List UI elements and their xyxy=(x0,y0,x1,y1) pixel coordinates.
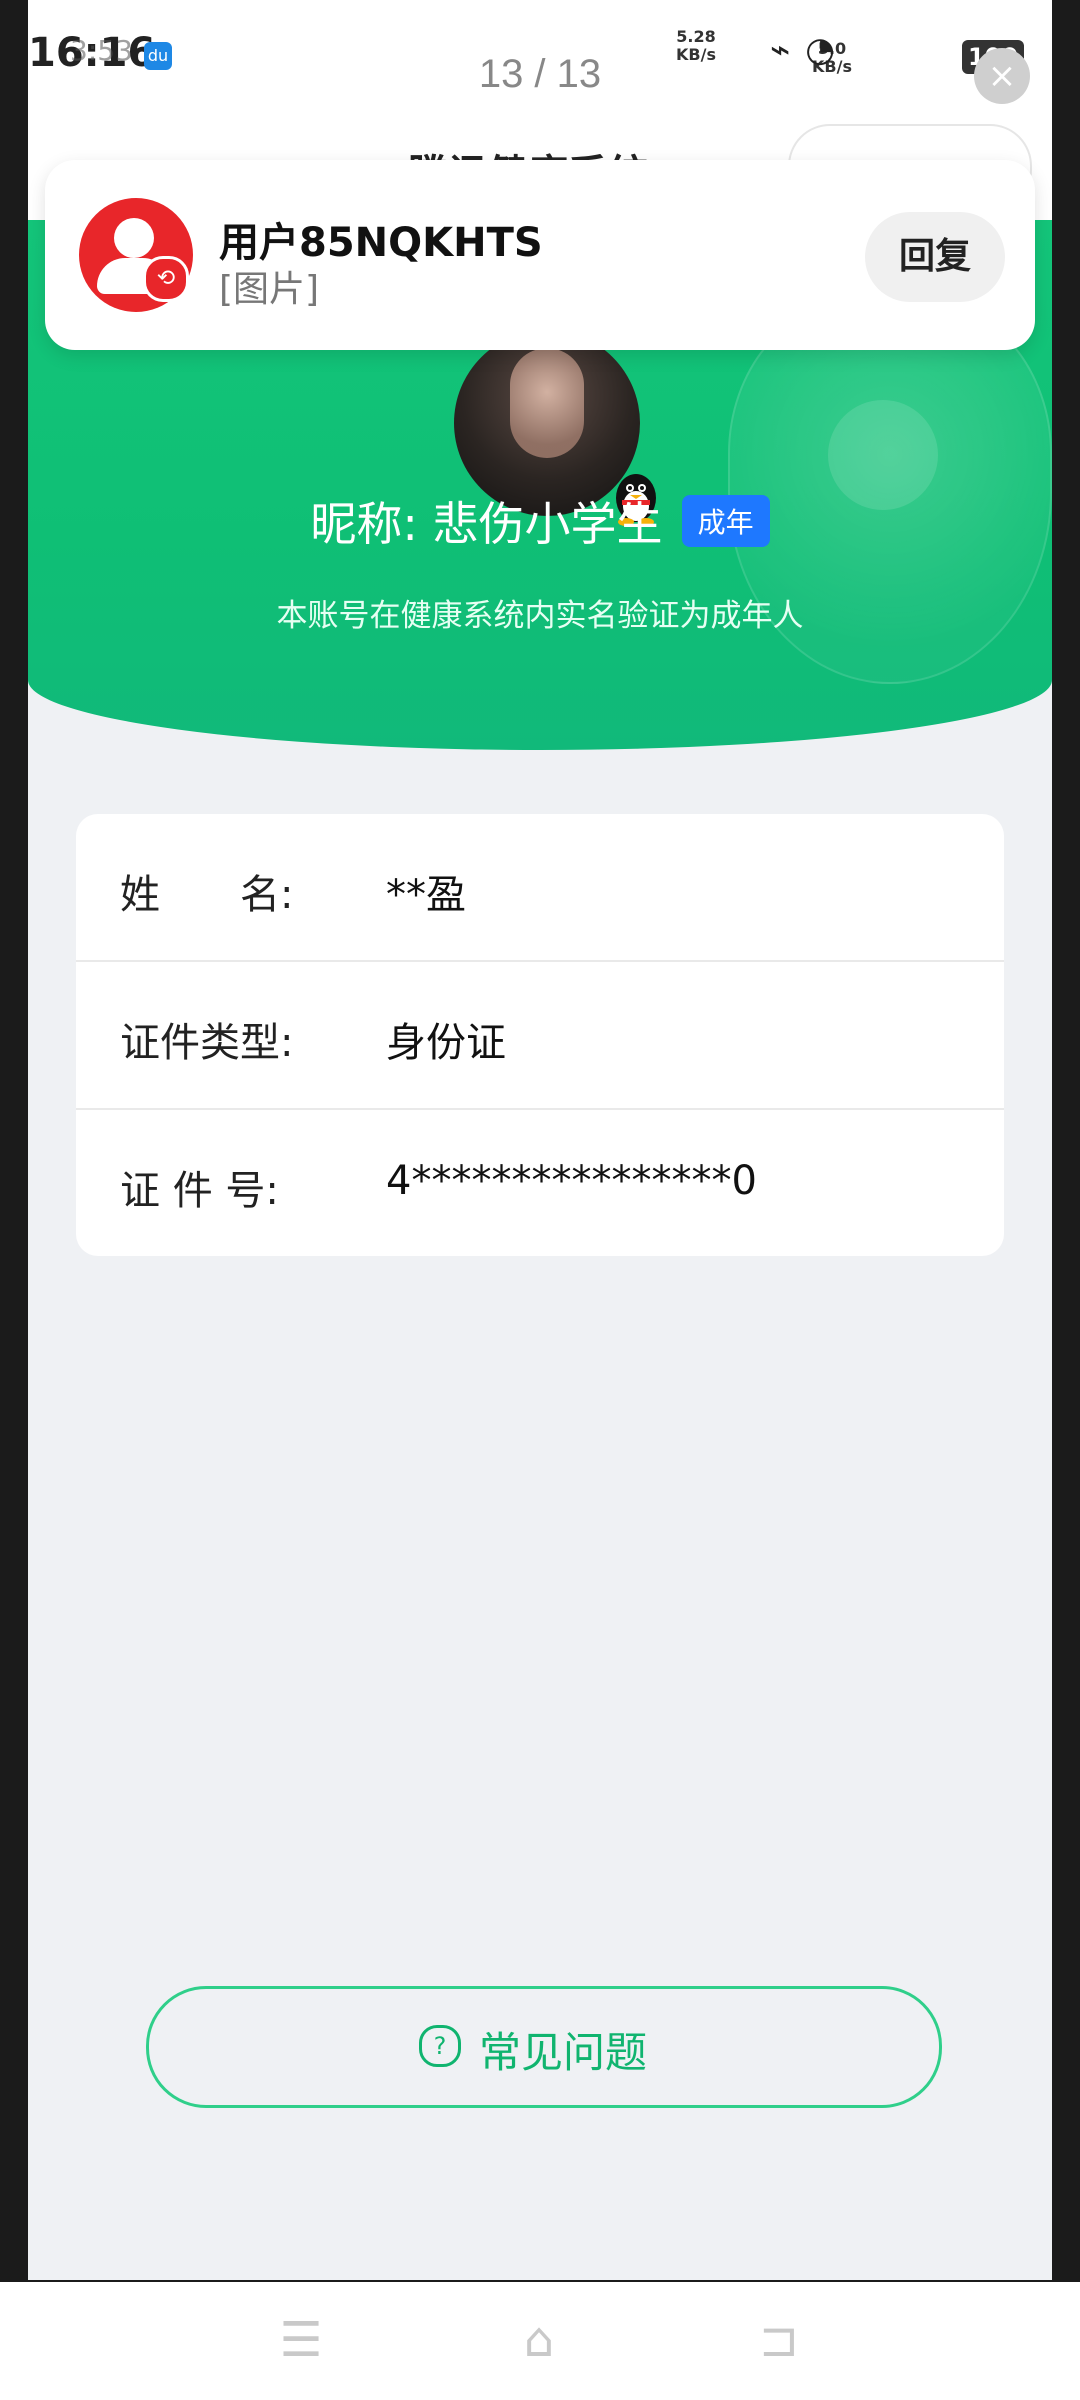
app-notification-icon: du xyxy=(144,42,172,70)
row-value: 身份证 xyxy=(386,1020,506,1066)
row-label: 证件类型: xyxy=(120,1020,294,1066)
row-label: 姓 名: xyxy=(120,872,294,918)
notification-banner[interactable]: ⟲ 用户85NQKHTS [图片] 回复 xyxy=(45,160,1035,350)
system-nav-bar: ☰ ⌂ ⊐ xyxy=(0,2282,1080,2400)
faq-label: 常见问题 xyxy=(479,2028,648,2077)
person-head xyxy=(114,218,154,258)
row-label: 证 件 号: xyxy=(120,1168,279,1214)
home-icon[interactable]: ⌂ xyxy=(504,2312,574,2372)
info-row-id-type: 证件类型: 身份证 xyxy=(76,962,1004,1108)
question-icon: ? xyxy=(419,2025,461,2067)
menu-icon[interactable]: ☰ xyxy=(266,2312,336,2372)
info-row-name: 姓 名: **盈 xyxy=(76,814,1004,960)
reply-button[interactable]: 回复 xyxy=(865,212,1005,302)
page-counter: 13 / 13 xyxy=(478,52,602,96)
sync-icon: ⟲ xyxy=(143,256,189,302)
nickname-row: 昵称: 悲伤小学生 成年 xyxy=(28,488,1052,554)
net-speed-left: 5.28 KB/s xyxy=(676,28,716,64)
net-speed-unit: KB/s xyxy=(676,45,716,64)
notification-subtitle: [图片] xyxy=(219,269,320,310)
notification-avatar: ⟲ xyxy=(79,198,193,312)
info-row-id-number: 证 件 号: 4****************0 xyxy=(76,1110,1004,1256)
adult-badge: 成年 xyxy=(681,495,770,547)
clock-ghost: 3:53 xyxy=(70,34,133,67)
back-icon[interactable]: ⊐ xyxy=(744,2312,814,2372)
net-speed-value: 5.28 xyxy=(676,27,716,46)
nickname: 昵称: 悲伤小学生 xyxy=(310,497,663,551)
row-value: 4****************0 xyxy=(386,1158,757,1204)
verify-note: 本账号在健康系统内实名验证为成年人 xyxy=(276,598,804,634)
signal-5g-icon: ⌁ xyxy=(770,30,793,70)
identity-card: 姓 名: **盈 证件类型: 身份证 证 件 号: 4*************… xyxy=(76,814,1004,1256)
signal-icons: ⌁ ◔ xyxy=(770,30,837,70)
wifi-icon: ◔ xyxy=(805,30,837,70)
faq-button[interactable]: ? 常见问题 xyxy=(146,1986,942,2108)
close-viewer-icon[interactable]: × xyxy=(974,48,1030,104)
avatar-face xyxy=(510,348,584,458)
row-value: **盈 xyxy=(386,872,466,918)
